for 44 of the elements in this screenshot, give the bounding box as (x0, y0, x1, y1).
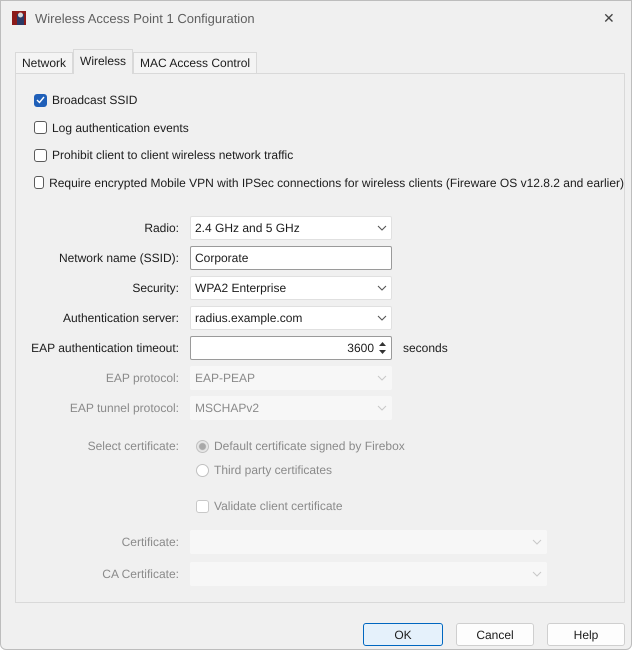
chevron-down-icon (377, 375, 387, 381)
chevron-down-icon (377, 285, 387, 291)
field-label: Radio: (144, 221, 179, 235)
field-label: EAP tunnel protocol: (70, 401, 179, 415)
checkbox-label: Log authentication events (52, 120, 189, 134)
field-label: Select certificate: (88, 439, 179, 453)
checkbox-label: Validate client certificate (214, 499, 343, 513)
spinner-arrows-icon[interactable] (378, 340, 387, 356)
chevron-down-icon (377, 225, 387, 231)
field-label: Network name (SSID): (58, 251, 179, 265)
tab[interactable]: Network (15, 52, 74, 73)
tab[interactable]: MAC Access Control (133, 52, 258, 73)
chevron-down-icon (532, 539, 542, 545)
field-label: CA Certificate: (102, 567, 179, 581)
checkbox[interactable] (34, 176, 44, 189)
number-field[interactable]: 3600 (190, 336, 392, 360)
dropdown[interactable]: 2.4 GHz and 5 GHz (190, 216, 392, 240)
window-title: Wireless Access Point 1 Configuration (35, 10, 256, 26)
app-logo-icon (11, 10, 27, 26)
chevron-down-icon (377, 315, 387, 321)
radio-label: Third party certificates (214, 463, 332, 477)
chevron-down-icon (532, 571, 542, 577)
dialog-button[interactable]: Cancel (456, 623, 534, 646)
field-label: EAP protocol: (106, 371, 179, 385)
checkbox[interactable] (34, 121, 47, 134)
text-field[interactable]: Corporate (190, 246, 392, 270)
dropdown[interactable]: WPA2 Enterprise (190, 276, 392, 300)
field-label: Security: (132, 281, 179, 295)
checkbox[interactable] (34, 148, 47, 162)
dialog-button[interactable]: OK (363, 623, 443, 646)
field-label: Authentication server: (62, 311, 179, 325)
close-button[interactable]: ✕ (597, 6, 621, 30)
tab[interactable]: Wireless (73, 49, 134, 74)
checkbox-label: Prohibit client to client wireless network traffic (52, 148, 294, 162)
unit-label: seconds (403, 341, 448, 355)
checkbox-label: Broadcast SSID (52, 93, 138, 107)
dropdown[interactable]: radius.example.com (190, 306, 392, 330)
dialog-button[interactable]: Help (547, 623, 625, 646)
checkbox-label: Require encrypted Mobile VPN with IPSec connections for wireless clients (Fireware OS v12.8.2 and earlier) (49, 176, 624, 190)
field-label: Certificate: (122, 535, 179, 549)
field-label: EAP authentication timeout: (31, 341, 179, 355)
radio-label: Default certificate signed by Firebox (214, 439, 405, 453)
checkbox[interactable] (34, 94, 47, 106)
chevron-down-icon (377, 405, 387, 411)
